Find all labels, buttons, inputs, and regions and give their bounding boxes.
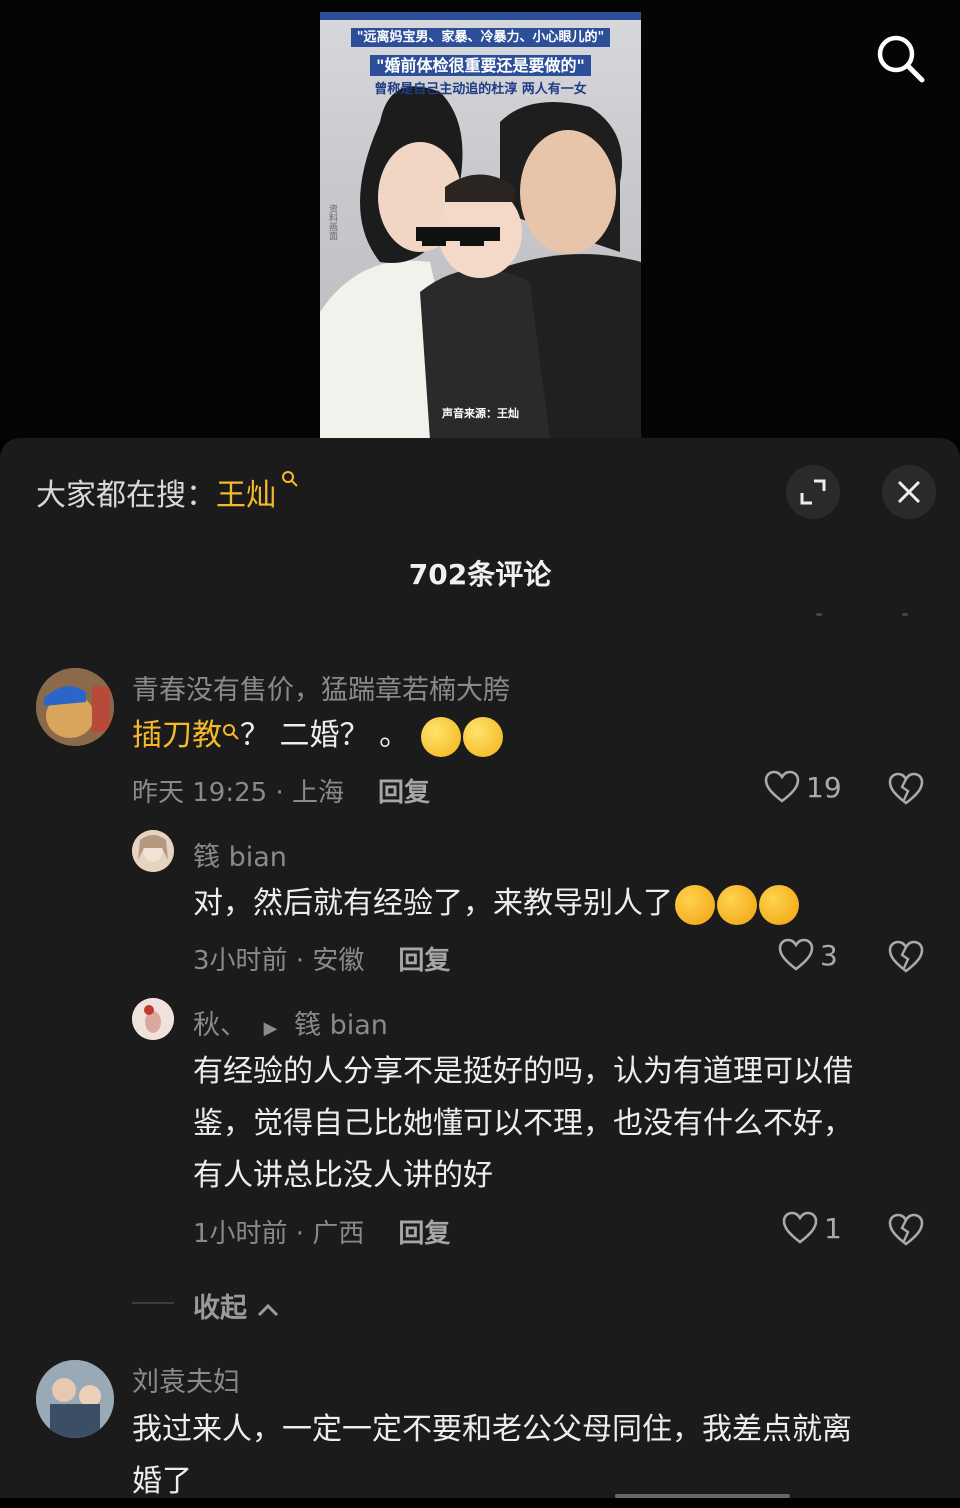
dislike-button[interactable]: [888, 1213, 924, 1251]
comment-count: 702条评论: [408, 558, 552, 591]
comment-text: 对，然后就有经验了，来教导别人了: [193, 878, 799, 930]
search-button[interactable]: [872, 30, 928, 86]
video-player[interactable]: "远离妈宝男、家暴、冷暴力、小心眼儿的" "婚前体检很重要还是要做的" 曾称是自…: [0, 0, 960, 440]
comment-sheet: 大家都在搜：王灿 702条评论 青春没有售价，猛踹章若楠大胯 插刀教？ 二婚？ …: [0, 438, 960, 1499]
chevron-up-icon: [258, 1303, 279, 1316]
laughing-crying-emoji-icon: [675, 884, 715, 925]
like-count: 1: [824, 1211, 842, 1245]
like-button[interactable]: 3: [778, 938, 838, 972]
video-sound-credit: 声音来源：王灿: [442, 407, 519, 420]
avatar[interactable]: [132, 998, 174, 1040]
comment-meta: 3小时前 · 安徽 回复: [193, 946, 451, 976]
dislike-button[interactable]: [888, 772, 924, 810]
dislike-button[interactable]: [888, 940, 924, 978]
like-button[interactable]: 19: [764, 770, 842, 804]
search-small-icon: [222, 724, 240, 745]
hot-search-prefix: 大家都在搜：: [36, 478, 216, 513]
comment-meta: 1小时前 · 广西 回复: [193, 1219, 451, 1249]
broken-heart-icon: [888, 1213, 924, 1246]
comment-username[interactable]: 青春没有售价，猛踹章若楠大胯: [132, 668, 510, 707]
search-small-icon: [276, 471, 299, 492]
avatar[interactable]: [36, 668, 114, 746]
heart-icon: [764, 770, 800, 803]
video-caption-3: 曾称是自己主动追的杜淳 两人有一女: [374, 82, 587, 97]
collapse-replies-button[interactable]: 收起: [193, 1286, 280, 1325]
dizzy-face-emoji-icon: [420, 716, 461, 757]
reply-button[interactable]: 回复: [398, 946, 450, 976]
divider-dot: [902, 613, 908, 616]
broken-heart-icon: [888, 940, 924, 973]
close-icon: [897, 480, 921, 504]
hot-search-keyword[interactable]: 王灿: [216, 478, 276, 513]
avatar[interactable]: [132, 830, 174, 872]
reply-target-username[interactable]: 篯 bian: [294, 1010, 388, 1041]
expand-button[interactable]: [786, 465, 840, 519]
comment-username[interactable]: 刘袁夫妇: [132, 1360, 240, 1399]
like-count: 19: [806, 770, 842, 804]
comment-username[interactable]: 篯 bian: [193, 835, 287, 874]
collapse-divider: [132, 1302, 174, 1304]
like-count: 3: [820, 938, 838, 972]
comment-text: 插刀教？ 二婚？ 。: [132, 710, 503, 762]
video-frame[interactable]: "远离妈宝男、家暴、冷暴力、小心眼儿的" "婚前体检很重要还是要做的" 曾称是自…: [320, 12, 641, 440]
comment-meta: 昨天 19:25 · 上海 回复: [132, 778, 431, 808]
reply-button[interactable]: 回复: [398, 1219, 450, 1249]
comment-text: 我过来人，一定一定不要和老公父母同住，我差点就离 婚了: [132, 1412, 852, 1499]
heart-icon: [782, 1211, 818, 1244]
laughing-crying-emoji-icon: [759, 884, 799, 925]
search-icon: [877, 35, 925, 83]
close-button[interactable]: [882, 465, 936, 519]
video-caption-2: "婚前体检很重要还是要做的": [320, 52, 641, 76]
like-button[interactable]: 1: [782, 1211, 842, 1245]
hot-search-bar[interactable]: 大家都在搜：王灿: [36, 470, 299, 514]
broken-heart-icon: [888, 772, 924, 805]
video-caption-1: "远离妈宝男、家暴、冷暴力、小心眼儿的": [320, 26, 641, 47]
avatar[interactable]: [36, 1360, 114, 1438]
video-side-label: 资料画面: [327, 204, 337, 240]
expand-icon: [800, 479, 826, 505]
reply-button[interactable]: 回复: [378, 778, 430, 808]
dizzy-face-emoji-icon: [462, 716, 503, 757]
reply-arrow-icon: ▶: [263, 1018, 278, 1039]
divider-dot: [816, 613, 822, 616]
comment-text: 有经验的人分享不是挺好的吗，认为有道理可以借 鉴，觉得自己比她懂可以不理，也没有…: [193, 1054, 853, 1193]
video-thumbnail: [320, 12, 641, 440]
home-indicator: [615, 1494, 790, 1498]
search-keyword-link[interactable]: 插刀教: [132, 718, 222, 753]
comment-username: 秋、 ▶ 篯 bian: [193, 1010, 388, 1041]
laughing-crying-emoji-icon: [717, 884, 757, 925]
heart-icon: [778, 938, 814, 971]
